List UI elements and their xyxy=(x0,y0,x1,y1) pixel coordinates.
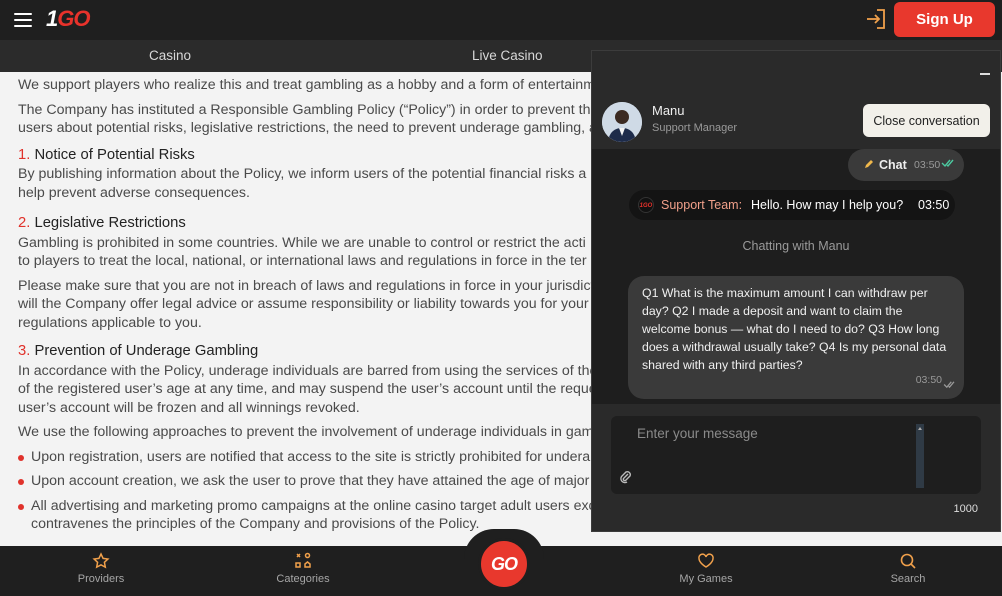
chat-system-note: Chatting with Manu xyxy=(742,239,850,253)
message-list: Chat 03:50 1GO Support Team: Hello. How … xyxy=(592,149,1000,404)
message-input-box xyxy=(611,416,981,494)
nav-categories[interactable]: Categories xyxy=(258,546,348,596)
chat-pill-label: Chat xyxy=(879,158,907,172)
heart-icon xyxy=(698,553,714,568)
timestamp: 03:50 xyxy=(914,159,941,171)
logo-one: 1 xyxy=(46,6,58,31)
categories-icon xyxy=(295,552,311,568)
pencil-icon xyxy=(865,160,873,168)
nav-label: Search xyxy=(890,573,926,585)
support-chat-panel: Manu Support Manager Close conversation … xyxy=(591,50,1001,532)
message-text: Q1 What is the maximum amount I can with… xyxy=(642,286,947,372)
support-team-message: 1GO Support Team: Hello. How may I help … xyxy=(629,190,955,220)
top-header: 1GO Sign Up xyxy=(0,0,1002,40)
chat-status-pill: Chat 03:50 xyxy=(848,149,964,181)
tab-live-casino[interactable]: Live Casino xyxy=(472,40,543,72)
tab-casino[interactable]: Casino xyxy=(149,40,191,72)
brand-logo-icon: 1GO xyxy=(638,197,654,213)
chat-input-area: 1000 xyxy=(592,404,1000,531)
agent-name: Manu xyxy=(652,103,685,118)
sent-ticks-icon xyxy=(943,381,955,389)
paperclip-icon[interactable] xyxy=(619,470,633,484)
minimize-icon[interactable] xyxy=(980,73,990,75)
input-scrollbar[interactable] xyxy=(916,424,924,488)
logo-go: GO xyxy=(57,6,90,31)
go-home-button[interactable]: GO xyxy=(478,538,530,590)
agent-bar: Manu Support Manager Close conversation xyxy=(592,93,1000,149)
sign-up-button[interactable]: Sign Up xyxy=(894,2,995,37)
chat-top-bar xyxy=(592,51,1000,93)
nav-providers[interactable]: Providers xyxy=(56,546,146,596)
nav-my-games[interactable]: My Games xyxy=(661,546,751,596)
nav-label: My Games xyxy=(679,573,733,585)
nav-label: Categories xyxy=(276,573,330,585)
login-icon[interactable] xyxy=(864,7,888,31)
avatar xyxy=(602,102,642,142)
search-icon xyxy=(900,553,916,569)
hamburger-icon[interactable] xyxy=(14,13,32,27)
nav-search[interactable]: Search xyxy=(863,546,953,596)
agent-role: Support Manager xyxy=(652,122,737,134)
site-logo[interactable]: 1GO xyxy=(46,6,90,32)
star-icon xyxy=(92,552,110,569)
character-limit: 1000 xyxy=(953,503,978,515)
nav-label: Providers xyxy=(77,573,125,585)
read-ticks-icon xyxy=(941,159,954,168)
sender-label: Support Team: xyxy=(661,198,743,212)
close-conversation-button[interactable]: Close conversation xyxy=(863,104,990,137)
timestamp: 03:50 xyxy=(918,198,950,212)
user-message: Q1 What is the maximum amount I can with… xyxy=(628,276,964,399)
timestamp: 03:50 xyxy=(915,374,942,386)
message-text: Hello. How may I help you? xyxy=(751,198,904,212)
message-input[interactable] xyxy=(637,426,927,482)
